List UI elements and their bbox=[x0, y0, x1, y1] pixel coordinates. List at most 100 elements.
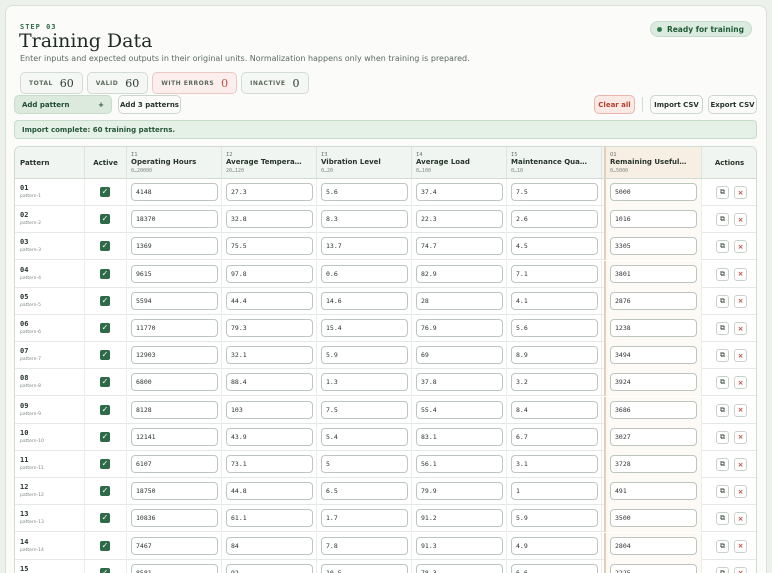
output-value-field[interactable]: 5000 bbox=[610, 183, 697, 201]
output-value-field[interactable]: 1238 bbox=[610, 319, 697, 337]
delete-row-button[interactable]: × bbox=[734, 186, 747, 199]
input-value-field[interactable]: 1.3 bbox=[321, 373, 408, 392]
delete-row-button[interactable]: × bbox=[734, 430, 747, 444]
input-value-field[interactable]: 5.9 bbox=[511, 509, 598, 528]
input-value-field[interactable]: 84 bbox=[226, 536, 313, 555]
add-pattern-button[interactable]: Add pattern + bbox=[14, 95, 112, 114]
input-value-field[interactable]: 2.6 bbox=[511, 210, 598, 229]
duplicate-row-button[interactable]: ⧉ bbox=[716, 539, 729, 553]
import-csv-button[interactable]: Import CSV bbox=[650, 95, 703, 114]
delete-row-button[interactable]: × bbox=[734, 213, 747, 227]
input-value-field[interactable]: 83.1 bbox=[416, 427, 503, 446]
input-value-field[interactable]: 56.1 bbox=[416, 455, 503, 473]
input-value-field[interactable]: 78.3 bbox=[416, 563, 503, 573]
input-value-field[interactable]: 55.4 bbox=[416, 400, 503, 419]
input-value-field[interactable]: 6.6 bbox=[511, 563, 598, 573]
input-value-field[interactable]: 37.8 bbox=[416, 373, 503, 392]
input-value-field[interactable]: 32.8 bbox=[226, 210, 313, 229]
add-three-patterns-button[interactable]: Add 3 patterns bbox=[118, 95, 181, 114]
input-value-field[interactable]: 37.4 bbox=[416, 183, 503, 201]
input-value-field[interactable]: 1.7 bbox=[321, 509, 408, 528]
output-value-field[interactable]: 2804 bbox=[610, 536, 697, 555]
input-value-field[interactable]: 4.9 bbox=[511, 536, 598, 555]
duplicate-row-button[interactable]: ⧉ bbox=[716, 322, 729, 335]
input-value-field[interactable]: 5.6 bbox=[511, 319, 598, 337]
output-value-field[interactable]: 1016 bbox=[610, 210, 697, 229]
delete-row-button[interactable]: × bbox=[734, 458, 747, 471]
active-checkbox[interactable]: ✓ bbox=[100, 295, 110, 306]
active-checkbox[interactable]: ✓ bbox=[100, 404, 110, 415]
input-value-field[interactable]: 8.3 bbox=[321, 210, 408, 229]
input-value-field[interactable]: 7467 bbox=[131, 536, 218, 555]
delete-row-button[interactable]: × bbox=[734, 322, 747, 335]
active-checkbox[interactable]: ✓ bbox=[100, 268, 110, 279]
input-value-field[interactable]: 4.1 bbox=[511, 291, 598, 310]
input-value-field[interactable]: 8581 bbox=[131, 563, 218, 573]
input-value-field[interactable]: 44.4 bbox=[226, 291, 313, 310]
input-value-field[interactable]: 7.1 bbox=[511, 264, 598, 283]
output-value-field[interactable]: 2876 bbox=[610, 291, 697, 310]
input-value-field[interactable]: 82.9 bbox=[416, 264, 503, 283]
input-value-field[interactable]: 7.5 bbox=[321, 400, 408, 419]
delete-row-button[interactable]: × bbox=[734, 485, 747, 499]
active-checkbox[interactable]: ✓ bbox=[100, 431, 110, 442]
delete-row-button[interactable]: × bbox=[734, 512, 747, 526]
input-value-field[interactable]: 14.6 bbox=[321, 291, 408, 310]
input-value-field[interactable]: 73.1 bbox=[226, 455, 313, 473]
input-value-field[interactable]: 75.5 bbox=[226, 237, 313, 256]
input-value-field[interactable]: 61.1 bbox=[226, 509, 313, 528]
input-value-field[interactable]: 27.3 bbox=[226, 183, 313, 201]
input-value-field[interactable]: 18370 bbox=[131, 210, 218, 229]
input-value-field[interactable]: 15.4 bbox=[321, 319, 408, 337]
output-value-field[interactable]: 3305 bbox=[610, 237, 697, 256]
duplicate-row-button[interactable]: ⧉ bbox=[716, 240, 729, 254]
duplicate-row-button[interactable]: ⧉ bbox=[716, 458, 729, 471]
input-value-field[interactable]: 92 bbox=[226, 563, 313, 573]
input-value-field[interactable]: 69 bbox=[416, 346, 503, 365]
input-value-field[interactable]: 7.8 bbox=[321, 536, 408, 555]
delete-row-button[interactable]: × bbox=[734, 539, 747, 553]
input-value-field[interactable]: 6.7 bbox=[511, 427, 598, 446]
input-value-field[interactable]: 5.9 bbox=[321, 346, 408, 365]
output-value-field[interactable]: 2225 bbox=[610, 563, 697, 573]
delete-row-button[interactable]: × bbox=[734, 294, 747, 308]
delete-row-button[interactable]: × bbox=[734, 349, 747, 363]
input-value-field[interactable]: 8.9 bbox=[511, 346, 598, 365]
delete-row-button[interactable]: × bbox=[734, 267, 747, 281]
active-checkbox[interactable]: ✓ bbox=[100, 486, 110, 497]
input-value-field[interactable]: 8.4 bbox=[511, 400, 598, 419]
delete-row-button[interactable]: × bbox=[734, 566, 747, 573]
input-value-field[interactable]: 4148 bbox=[131, 183, 218, 201]
input-value-field[interactable]: 13.7 bbox=[321, 237, 408, 256]
export-csv-button[interactable]: Export CSV bbox=[708, 95, 757, 114]
input-value-field[interactable]: 10836 bbox=[131, 509, 218, 528]
active-checkbox[interactable]: ✓ bbox=[100, 187, 110, 197]
input-value-field[interactable]: 6107 bbox=[131, 455, 218, 473]
input-value-field[interactable]: 18750 bbox=[131, 482, 218, 501]
input-value-field[interactable]: 4.5 bbox=[511, 237, 598, 256]
input-value-field[interactable]: 32.1 bbox=[226, 346, 313, 365]
active-checkbox[interactable]: ✓ bbox=[100, 350, 110, 361]
output-value-field[interactable]: 3027 bbox=[610, 427, 697, 446]
input-value-field[interactable]: 0.6 bbox=[321, 264, 408, 283]
input-value-field[interactable]: 91.3 bbox=[416, 536, 503, 555]
input-value-field[interactable]: 12903 bbox=[131, 346, 218, 365]
duplicate-row-button[interactable]: ⧉ bbox=[716, 403, 729, 417]
input-value-field[interactable]: 91.2 bbox=[416, 509, 503, 528]
input-value-field[interactable]: 6.5 bbox=[321, 482, 408, 501]
duplicate-row-button[interactable]: ⧉ bbox=[716, 512, 729, 526]
input-value-field[interactable]: 97.8 bbox=[226, 264, 313, 283]
input-value-field[interactable]: 5.6 bbox=[321, 183, 408, 201]
output-value-field[interactable]: 3686 bbox=[610, 400, 697, 419]
active-checkbox[interactable]: ✓ bbox=[100, 241, 110, 252]
input-value-field[interactable]: 8128 bbox=[131, 400, 218, 419]
input-value-field[interactable]: 3.2 bbox=[511, 373, 598, 392]
input-value-field[interactable]: 7.5 bbox=[511, 183, 598, 201]
output-value-field[interactable]: 3924 bbox=[610, 373, 697, 392]
input-value-field[interactable]: 88.4 bbox=[226, 373, 313, 392]
duplicate-row-button[interactable]: ⧉ bbox=[716, 566, 729, 573]
input-value-field[interactable]: 5 bbox=[321, 455, 408, 473]
delete-row-button[interactable]: × bbox=[734, 240, 747, 254]
input-value-field[interactable]: 3.1 bbox=[511, 455, 598, 473]
input-value-field[interactable]: 1369 bbox=[131, 237, 218, 256]
